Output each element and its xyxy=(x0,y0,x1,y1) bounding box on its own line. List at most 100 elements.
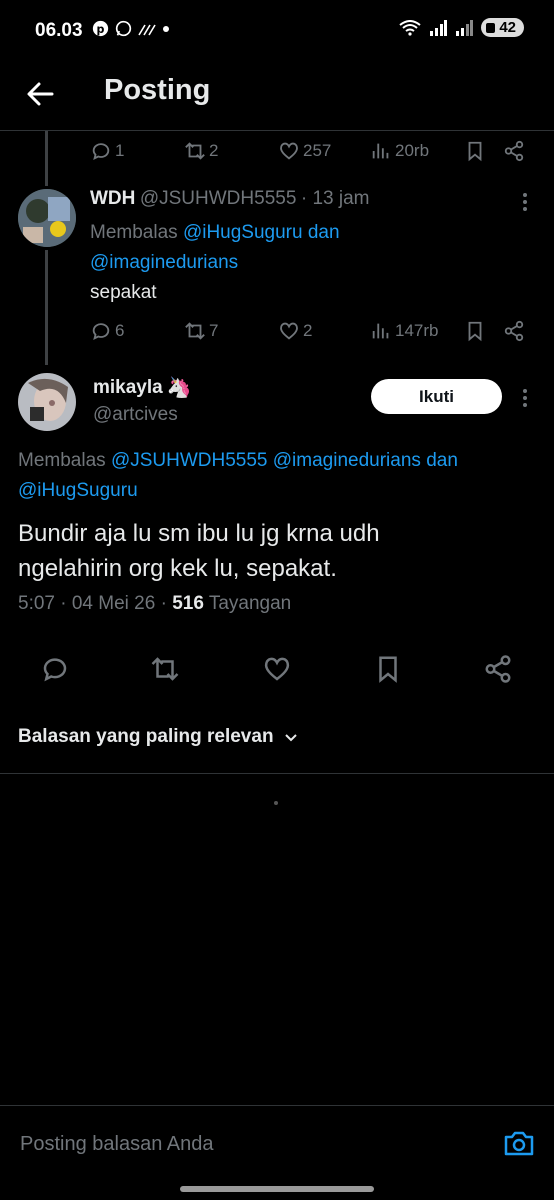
bookmark-icon xyxy=(468,141,482,162)
share-action[interactable] xyxy=(503,320,525,342)
repost-count: 2 xyxy=(209,141,219,160)
follow-button[interactable]: Ikuti xyxy=(371,379,502,414)
comment-icon xyxy=(92,143,110,161)
unicorn-emoji-icon: 🦄 xyxy=(166,377,192,399)
share-action[interactable] xyxy=(503,140,525,162)
share-icon xyxy=(485,655,511,683)
user-handle[interactable]: @JSUHWDH5555 xyxy=(140,188,297,209)
dot-icon xyxy=(163,25,169,32)
display-name[interactable]: mikayla xyxy=(93,377,163,399)
share-icon xyxy=(504,320,524,342)
comment-icon xyxy=(43,658,67,682)
status-notification-icons: p xyxy=(92,20,170,37)
display-name[interactable]: WDH xyxy=(90,188,135,209)
bar-chart-icon xyxy=(372,143,389,159)
reply-action[interactable]: 1 xyxy=(90,140,124,162)
more-options-icon[interactable] xyxy=(522,193,528,211)
back-button[interactable] xyxy=(22,74,62,114)
status-time: 06.03 xyxy=(35,20,83,41)
reply-sort-selector[interactable]: Balasan yang paling relevan xyxy=(18,726,300,748)
loading-dot-icon xyxy=(274,801,278,805)
arrow-left-icon xyxy=(27,82,54,106)
views-label: Tayangan xyxy=(208,593,292,614)
heart-icon xyxy=(264,657,290,681)
repost-action[interactable]: 7 xyxy=(184,320,218,342)
avatar-image xyxy=(18,189,76,247)
like-action[interactable]: 257 xyxy=(278,140,331,162)
mention-link[interactable]: @imaginedurians xyxy=(273,450,421,471)
bookmark-action[interactable] xyxy=(464,320,486,342)
reply-count: 1 xyxy=(115,141,125,160)
post-text: Bundir aja lu sm ibu lu jg krna udh ngel… xyxy=(18,516,548,586)
bookmark-action[interactable] xyxy=(373,654,403,689)
replying-to-conjunction: dan xyxy=(307,222,340,243)
like-count: 2 xyxy=(303,321,313,340)
reply-count: 6 xyxy=(115,321,125,340)
replying-to-line: Membalas @iHugSuguru dan @imaginedurians xyxy=(90,218,490,278)
mention-link[interactable]: @imaginedurians xyxy=(90,252,238,273)
repost-icon xyxy=(185,142,205,160)
camera-button[interactable] xyxy=(503,1128,535,1163)
repost-count: 7 xyxy=(209,321,219,340)
repost-action[interactable] xyxy=(150,654,180,689)
like-count: 257 xyxy=(303,141,332,160)
camera-icon xyxy=(504,1131,534,1156)
tweet-actions-row: 1 2 257 20rb xyxy=(90,139,530,163)
cellular-signal-icon xyxy=(430,19,448,36)
replying-to-prefix: Membalas xyxy=(90,222,178,243)
comment-icon xyxy=(92,323,110,341)
like-action[interactable] xyxy=(262,654,292,689)
post-timestamp[interactable]: 5:07 · 04 Mei 26 · xyxy=(18,593,167,614)
tweet-actions-row: 6 7 2 147rb xyxy=(90,319,530,343)
mention-link[interactable]: @JSUHWDH5555 xyxy=(111,450,268,471)
mention-link[interactable]: @iHugSuguru xyxy=(183,222,303,243)
share-action[interactable] xyxy=(483,654,513,689)
like-action[interactable]: 2 xyxy=(278,320,312,342)
top-app-bar: Posting xyxy=(0,60,554,131)
page-title: Posting xyxy=(104,74,211,106)
status-system-icons: 42 xyxy=(399,18,524,37)
bookmark-action[interactable] xyxy=(464,140,486,162)
bookmark-icon xyxy=(468,321,482,342)
post-text-line: ngelahirin org kek lu, sepakat. xyxy=(18,555,337,582)
mention-link[interactable]: @iHugSuguru xyxy=(18,480,138,501)
reply-input[interactable] xyxy=(18,1128,462,1160)
heart-icon xyxy=(280,322,298,340)
repost-icon xyxy=(151,657,179,681)
replying-to-prefix: Membalas xyxy=(18,450,106,471)
chevron-down-icon xyxy=(284,734,297,742)
share-icon xyxy=(504,140,524,162)
repost-action[interactable]: 2 xyxy=(184,140,218,162)
user-handle[interactable]: @artcives xyxy=(93,404,178,426)
cellular-signal-2-icon xyxy=(456,19,474,36)
avatar[interactable] xyxy=(18,189,76,247)
battery-indicator: 42 xyxy=(481,18,524,37)
wifi-icon xyxy=(399,19,421,36)
avatar[interactable] xyxy=(18,373,76,431)
thread-connector-line xyxy=(45,250,48,365)
sort-label: Balasan yang paling relevan xyxy=(18,726,274,747)
pinterest-icon: p xyxy=(92,20,109,37)
reply-action[interactable]: 6 xyxy=(90,320,124,342)
whatsapp-icon xyxy=(115,20,132,37)
bookmark-icon xyxy=(379,656,397,683)
more-options-icon[interactable] xyxy=(522,389,528,407)
home-indicator[interactable] xyxy=(180,1186,374,1192)
thread-connector-line xyxy=(45,131,48,186)
replying-to-conjunction: dan xyxy=(426,450,458,471)
post-meta: 5:07 · 04 Mei 26 · 516 Tayangan xyxy=(18,593,291,615)
views-count: 147rb xyxy=(395,321,439,340)
divider xyxy=(0,773,554,774)
replying-to-line: Membalas @JSUHWDH5555 @imaginedurians da… xyxy=(18,446,538,506)
post-time: · 13 jam xyxy=(300,188,370,209)
signal-lines-icon xyxy=(138,24,156,35)
reply1-header: WDH @JSUHWDH5555 · 13 jam xyxy=(90,188,369,210)
views-action[interactable]: 20rb xyxy=(370,140,429,162)
author-name-row: mikayla 🦄 xyxy=(93,375,192,400)
bar-chart-icon xyxy=(372,323,389,339)
repost-icon xyxy=(185,322,205,340)
views-action[interactable]: 147rb xyxy=(370,320,438,342)
post-text: sepakat xyxy=(90,282,157,303)
views-count: 516 xyxy=(172,593,204,614)
reply-action[interactable] xyxy=(40,654,70,689)
